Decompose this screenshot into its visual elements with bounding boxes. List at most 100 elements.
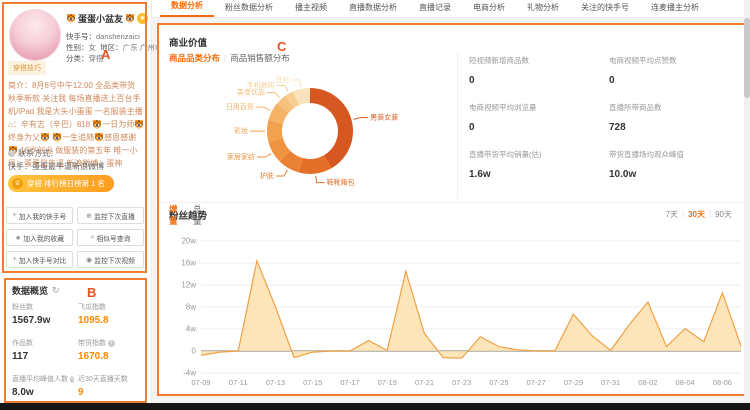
y-tick-label: 16w xyxy=(181,259,196,268)
annotation-letter-a: A xyxy=(101,47,110,62)
x-tick-label: 07-15 xyxy=(303,378,322,387)
donut-slice xyxy=(310,88,353,168)
tiger-emoji-icon: 🐯 xyxy=(66,14,76,23)
overview-stat: 作品数 117 xyxy=(12,338,74,362)
label-line xyxy=(256,107,270,110)
profile-action-button[interactable]: ⊕监控下次直播 xyxy=(77,207,144,224)
x-tick-label: 07-27 xyxy=(527,378,546,387)
info-icon: i xyxy=(8,150,15,157)
stat-value: 1670.8 xyxy=(78,351,142,362)
x-tick-label: 07-31 xyxy=(601,378,620,387)
bottom-strip xyxy=(0,403,750,410)
profile-action-button[interactable]: ◉监控下次视频 xyxy=(77,251,144,268)
stat-label: 作品数 xyxy=(12,338,74,348)
y-tick-label: -4w xyxy=(183,369,196,378)
profile-action-button[interactable]: ⌕相似号查询 xyxy=(77,229,144,246)
gender-label: 性别： xyxy=(66,43,89,52)
scrollbar[interactable] xyxy=(744,0,750,403)
nav-tab[interactable]: 直播数据分析New xyxy=(338,2,408,17)
overview-stat: 直播平均峰值人数i8.0w xyxy=(12,374,74,398)
slice-label: 彩妆 xyxy=(234,126,248,135)
x-tick-label: 07-09 xyxy=(191,378,210,387)
y-tick-label: 4w xyxy=(186,325,196,334)
y-tick-label: 20w xyxy=(181,237,196,246)
stat-value: 1567.9w xyxy=(12,315,74,326)
stat-value: 1095.8 xyxy=(78,315,142,326)
plus-icon: + xyxy=(13,212,17,219)
info-icon: i xyxy=(70,376,74,383)
profile-action-button[interactable]: ★加入我的收藏 xyxy=(6,229,73,246)
overview-stat: 带货指数i1670.8 xyxy=(78,338,142,362)
fans-trend-header: 粉丝趋势 增量|总量 xyxy=(169,208,207,222)
divider: | xyxy=(709,209,711,220)
divider xyxy=(159,202,744,203)
info-icon: i xyxy=(108,340,115,347)
stat-value: 8.0w xyxy=(12,387,74,398)
button-label: 加入我的快手号 xyxy=(19,211,67,221)
stat-label: 直播所带商品数 xyxy=(609,102,749,113)
nav-tab[interactable]: 粉丝数据分析 xyxy=(214,2,284,17)
contact-kuaishou-line: 快手：蛋蛋最牛逼新浪微博 xyxy=(8,161,104,172)
refresh-icon[interactable]: ↻ xyxy=(52,285,60,296)
slice-label: 其他 xyxy=(276,75,290,84)
kuaishou-id-label: 快手号： xyxy=(66,32,96,41)
profile-sidebar: 🐯 蛋蛋小盆友 🐯 ★ 快手号：danshenzaici 性别：女 地区：广东 … xyxy=(0,0,152,403)
nav-tab[interactable]: 电商分析New xyxy=(462,2,516,17)
label-line xyxy=(277,86,288,92)
divider: | xyxy=(682,209,684,220)
rank-pill-label: 穿搭 排行榜日榜第 1 名 xyxy=(27,178,105,189)
divider xyxy=(457,53,458,199)
range-option[interactable]: 7天 xyxy=(666,209,678,220)
x-tick-label: 07-17 xyxy=(340,378,359,387)
medal-icon: ♕ xyxy=(12,178,23,189)
button-label: 监控下次视频 xyxy=(94,255,135,265)
nav-tab[interactable]: 关注的快手号New xyxy=(570,2,640,17)
profile-action-button[interactable]: +加入我的快手号 xyxy=(6,207,73,224)
streamer-name-row: 🐯 蛋蛋小盆友 🐯 ★ xyxy=(66,12,148,25)
stat-value: 9 xyxy=(78,387,142,398)
profile-action-button[interactable]: +加入快手号对比 xyxy=(6,251,73,268)
category-donut-chart: 男装女装鞋靴箱包护肤家居家纺彩妆日用百货美食饮品手机数码其他 xyxy=(159,61,459,211)
commercial-value-title: 商业价值 xyxy=(169,35,207,49)
button-label: 相似号查询 xyxy=(96,233,130,243)
monitor-icon: ⊕ xyxy=(86,212,92,220)
stat-label: 直播带货平均销量(估) xyxy=(469,149,609,160)
nav-tab[interactable]: 播主视频 xyxy=(284,2,338,17)
button-label: 加入我的收藏 xyxy=(23,233,64,243)
scrollbar-thumb[interactable] xyxy=(744,18,750,98)
avatar[interactable] xyxy=(9,9,61,61)
stat-label: 飞瓜指数 xyxy=(78,302,142,312)
annotation-letter-b: B xyxy=(87,285,96,300)
stat-value: 10.0w xyxy=(609,169,749,180)
star-icon: ★ xyxy=(15,234,21,242)
slice-label: 手机数码 xyxy=(247,80,275,89)
x-tick-label: 07-19 xyxy=(378,378,397,387)
stat-label: 电商视频平均浏览量 xyxy=(469,102,609,113)
commercial-stat: 直播所带商品数728 xyxy=(609,102,749,133)
profile-tag-chip[interactable]: 穿搭技巧 xyxy=(8,61,46,75)
range-option[interactable]: 90天 xyxy=(715,209,732,220)
nav-tab[interactable]: 礼物分析New xyxy=(516,2,570,17)
overview-stat: 飞瓜指数 1095.8 xyxy=(78,302,142,326)
stat-label: 带货直播场均观众峰值 xyxy=(609,149,749,160)
nav-tab[interactable]: 连麦播主分析New xyxy=(640,2,710,17)
nav-tab[interactable]: 数据分析 xyxy=(160,0,214,17)
stat-value: 0 xyxy=(609,75,749,86)
x-tick-label: 07-13 xyxy=(266,378,285,387)
range-option[interactable]: 30天 xyxy=(688,209,705,220)
overview-stat: 近30天直播天数9 xyxy=(78,374,142,398)
stat-value: 117 xyxy=(12,351,74,362)
x-tick-label: 07-21 xyxy=(415,378,434,387)
category-line: 分类：穿搭 xyxy=(66,53,104,64)
label-line xyxy=(257,154,271,158)
streamer-name: 蛋蛋小盆友 xyxy=(78,12,123,25)
search-icon: ⌕ xyxy=(91,234,95,242)
slice-label: 护肤 xyxy=(260,171,274,180)
slice-label: 男装女装 xyxy=(370,112,398,121)
nav-tab[interactable]: 直播记录New xyxy=(408,2,462,17)
rank-pill[interactable]: ♕ 穿搭 排行榜日榜第 1 名 xyxy=(8,175,114,192)
y-tick-label: 12w xyxy=(181,281,196,290)
button-label: 加入快手号对比 xyxy=(19,255,67,265)
contact-label: 联系方式： xyxy=(18,148,58,159)
divider: | xyxy=(187,210,189,220)
